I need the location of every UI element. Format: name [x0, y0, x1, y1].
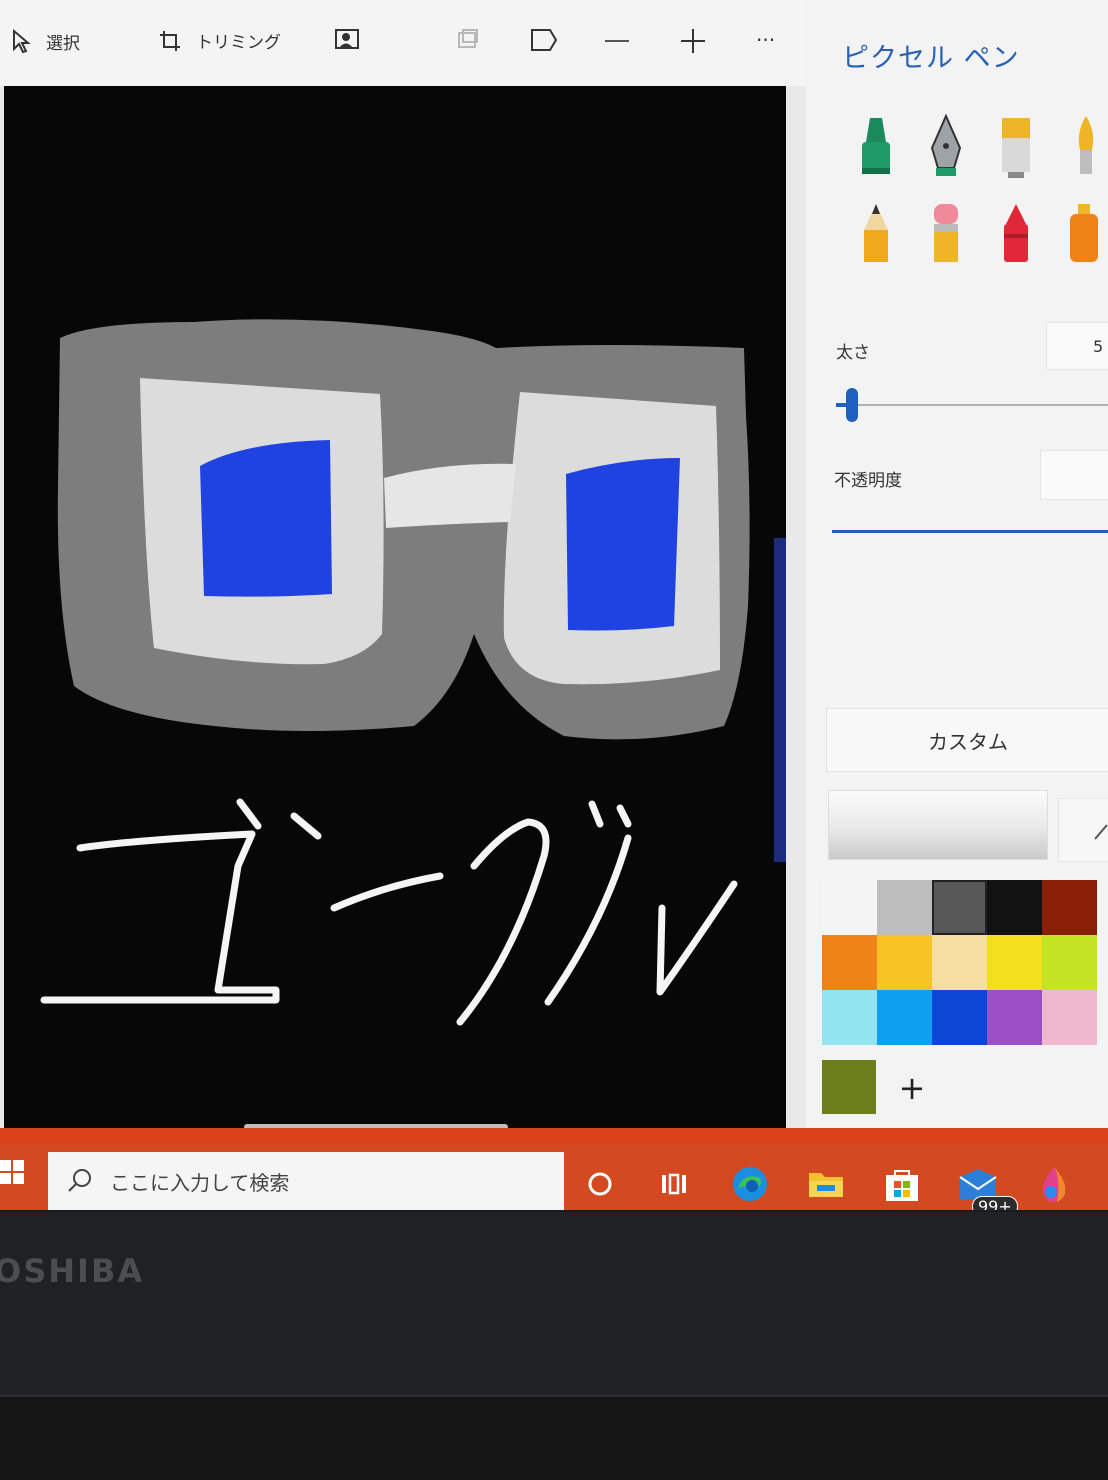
eyedropper-button[interactable]	[1058, 798, 1108, 862]
panel-title: ピクセル ペン	[842, 43, 1020, 74]
opacity-slider[interactable]	[832, 530, 1108, 533]
eyedropper-icon	[1094, 824, 1108, 840]
edge-browser-icon[interactable]	[730, 1164, 770, 1204]
add-color-button[interactable]: +	[888, 1064, 936, 1112]
crayon-icon[interactable]	[996, 200, 1036, 268]
zoom-in-button[interactable]	[680, 28, 706, 54]
file-explorer-icon[interactable]	[806, 1164, 846, 1204]
laptop-brand-logo: OSHIBA	[0, 1252, 145, 1290]
magic-select-tool[interactable]	[334, 28, 362, 52]
custom-color-swatch[interactable]	[822, 1060, 876, 1114]
pencil-icon[interactable]	[856, 200, 896, 268]
color-swatch[interactable]	[987, 990, 1042, 1045]
mixed-reality-tool[interactable]	[530, 28, 558, 52]
laptop-hinge	[0, 1395, 1108, 1480]
crop-icon	[160, 30, 180, 51]
search-icon	[68, 1169, 91, 1192]
calligraphy-pen-icon[interactable]	[926, 112, 966, 180]
bridge	[384, 463, 516, 528]
cursor-icon	[13, 28, 31, 54]
trim-label: トリミング	[196, 33, 281, 53]
opacity-value-field[interactable]	[1040, 450, 1108, 500]
color-swatch[interactable]	[932, 935, 987, 990]
color-palette	[822, 880, 1097, 1045]
custom-label: カスタム	[928, 729, 1008, 754]
spray-can-icon[interactable]	[1064, 200, 1104, 268]
history-icon	[458, 29, 478, 48]
drawing-canvas[interactable]	[4, 86, 786, 1130]
left-lens	[200, 440, 332, 597]
color-swatch[interactable]	[877, 880, 932, 935]
taskbar-search-box[interactable]: ここに入力して検索	[48, 1152, 564, 1210]
thickness-slider-track[interactable]	[836, 404, 1108, 406]
paint3d-toolbar: 選択 トリミング ···	[0, 0, 806, 87]
more-button[interactable]: ···	[756, 28, 775, 52]
thickness-slider-thumb[interactable]	[846, 388, 858, 422]
color-swatch[interactable]	[1042, 990, 1097, 1045]
watercolor-brush-icon[interactable]	[1066, 112, 1106, 180]
color-swatch[interactable]	[1042, 880, 1097, 935]
minus-icon	[605, 40, 629, 42]
thickness-label: 太さ	[836, 343, 870, 363]
select-label: 選択	[46, 33, 80, 54]
vertical-scrollbar[interactable]	[774, 538, 786, 862]
magic-select-icon	[335, 29, 359, 49]
more-icon: ···	[756, 28, 776, 52]
color-swatch[interactable]	[987, 880, 1042, 935]
mixed-reality-icon	[531, 29, 558, 51]
color-swatch[interactable]	[932, 990, 987, 1045]
select-tool[interactable]: 選択	[10, 28, 80, 54]
plus-icon	[681, 29, 705, 53]
canvas-area	[0, 86, 806, 1130]
mail-badge: 99+	[972, 1196, 1018, 1210]
screen: 選択 トリミング ··· ピクセル ペン 太さ 5 不透明度 カスタム + ここ…	[0, 0, 1108, 1210]
brush-panel: ピクセル ペン 太さ 5 不透明度 カスタム +	[806, 0, 1108, 1150]
color-swatch[interactable]	[822, 990, 877, 1045]
color-swatch[interactable]	[987, 935, 1042, 990]
color-swatch[interactable]	[877, 935, 932, 990]
zoom-out-button[interactable]	[604, 28, 630, 54]
goggles-drawing	[40, 319, 750, 1026]
color-swatch[interactable]	[932, 880, 987, 935]
trim-tool[interactable]: トリミング	[158, 28, 281, 53]
custom-color-button[interactable]: カスタム	[826, 708, 1108, 772]
marker-icon[interactable]	[856, 112, 896, 180]
color-preview	[828, 790, 1048, 860]
cortana-icon[interactable]	[580, 1164, 620, 1204]
search-placeholder: ここに入力して検索	[110, 1170, 290, 1195]
right-lens	[566, 458, 680, 631]
store-icon[interactable]	[882, 1164, 922, 1204]
color-swatch[interactable]	[877, 990, 932, 1045]
task-view-icon[interactable]	[654, 1164, 694, 1204]
eraser-icon[interactable]	[926, 200, 966, 268]
thickness-value-field[interactable]: 5	[1046, 322, 1108, 370]
opacity-label: 不透明度	[834, 471, 902, 491]
history-tool[interactable]	[456, 28, 480, 52]
paint3d-taskbar-icon[interactable]	[1034, 1164, 1074, 1204]
color-swatch[interactable]	[1042, 935, 1097, 990]
oil-brush-icon[interactable]	[996, 112, 1036, 180]
color-swatch[interactable]	[822, 935, 877, 990]
color-swatch[interactable]	[822, 880, 877, 935]
windows-start-icon[interactable]	[0, 1150, 30, 1194]
handwritten-text-goggle	[40, 798, 738, 1026]
